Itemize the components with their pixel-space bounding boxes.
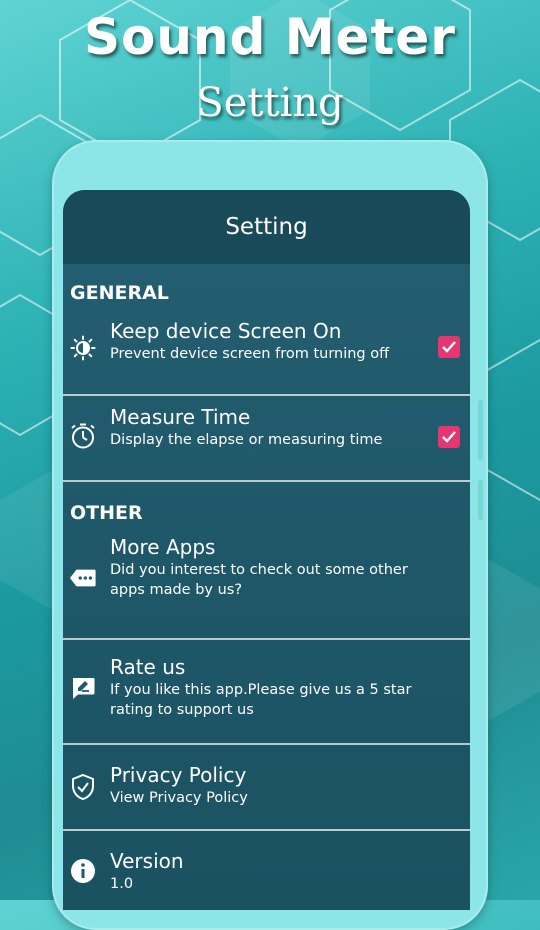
shield-check-icon	[69, 773, 97, 801]
info-icon	[69, 857, 97, 885]
settings-list: GENERAL Keep device Screen On Prevent de…	[63, 264, 470, 910]
setting-title: Measure Time	[110, 405, 251, 429]
app-screen: Setting GENERAL Keep device Screen On Pr…	[63, 190, 470, 910]
setting-title: Privacy Policy	[110, 763, 247, 787]
setting-more-apps[interactable]: More Apps Did you interest to check out …	[63, 534, 470, 638]
setting-keep-screen-on[interactable]: Keep device Screen On Prevent device scr…	[63, 314, 470, 394]
setting-title: More Apps	[110, 535, 216, 559]
promo-title: Sound Meter	[84, 8, 456, 66]
more-apps-icon	[69, 564, 97, 592]
rate-icon	[69, 674, 97, 702]
promo-subtitle: Setting	[196, 80, 344, 126]
setting-measure-time[interactable]: Measure Time Display the elapse or measu…	[63, 396, 470, 480]
setting-privacy-policy[interactable]: Privacy Policy View Privacy Policy	[63, 745, 470, 829]
setting-subtitle: Prevent device screen from turning off	[110, 346, 390, 362]
measure-time-checkbox[interactable]	[438, 426, 460, 448]
setting-subtitle: Display the elapse or measuring time	[110, 432, 383, 448]
setting-title: Keep device Screen On	[110, 319, 342, 343]
setting-subtitle: If you like this app.Please give us a 5 …	[110, 682, 412, 718]
version-number: 1.0	[110, 876, 134, 892]
stopwatch-icon	[69, 422, 97, 450]
phone-side-button	[478, 480, 483, 520]
setting-subtitle: Did you interest to check out some other…	[110, 562, 408, 598]
setting-title: Version	[110, 849, 184, 873]
setting-version: Version 1.0	[63, 831, 470, 910]
section-header-general: GENERAL	[70, 282, 169, 304]
setting-rate-us[interactable]: Rate us If you like this app.Please give…	[63, 640, 470, 743]
app-bar-title: Setting	[225, 214, 308, 240]
section-header-other: OTHER	[70, 502, 143, 524]
brightness-icon	[69, 334, 97, 362]
phone-side-button	[478, 400, 483, 460]
setting-title: Rate us	[110, 655, 186, 679]
keep-screen-on-checkbox[interactable]	[438, 336, 460, 358]
divider	[63, 480, 470, 482]
setting-subtitle: View Privacy Policy	[110, 790, 248, 806]
app-bar: Setting	[63, 190, 470, 264]
